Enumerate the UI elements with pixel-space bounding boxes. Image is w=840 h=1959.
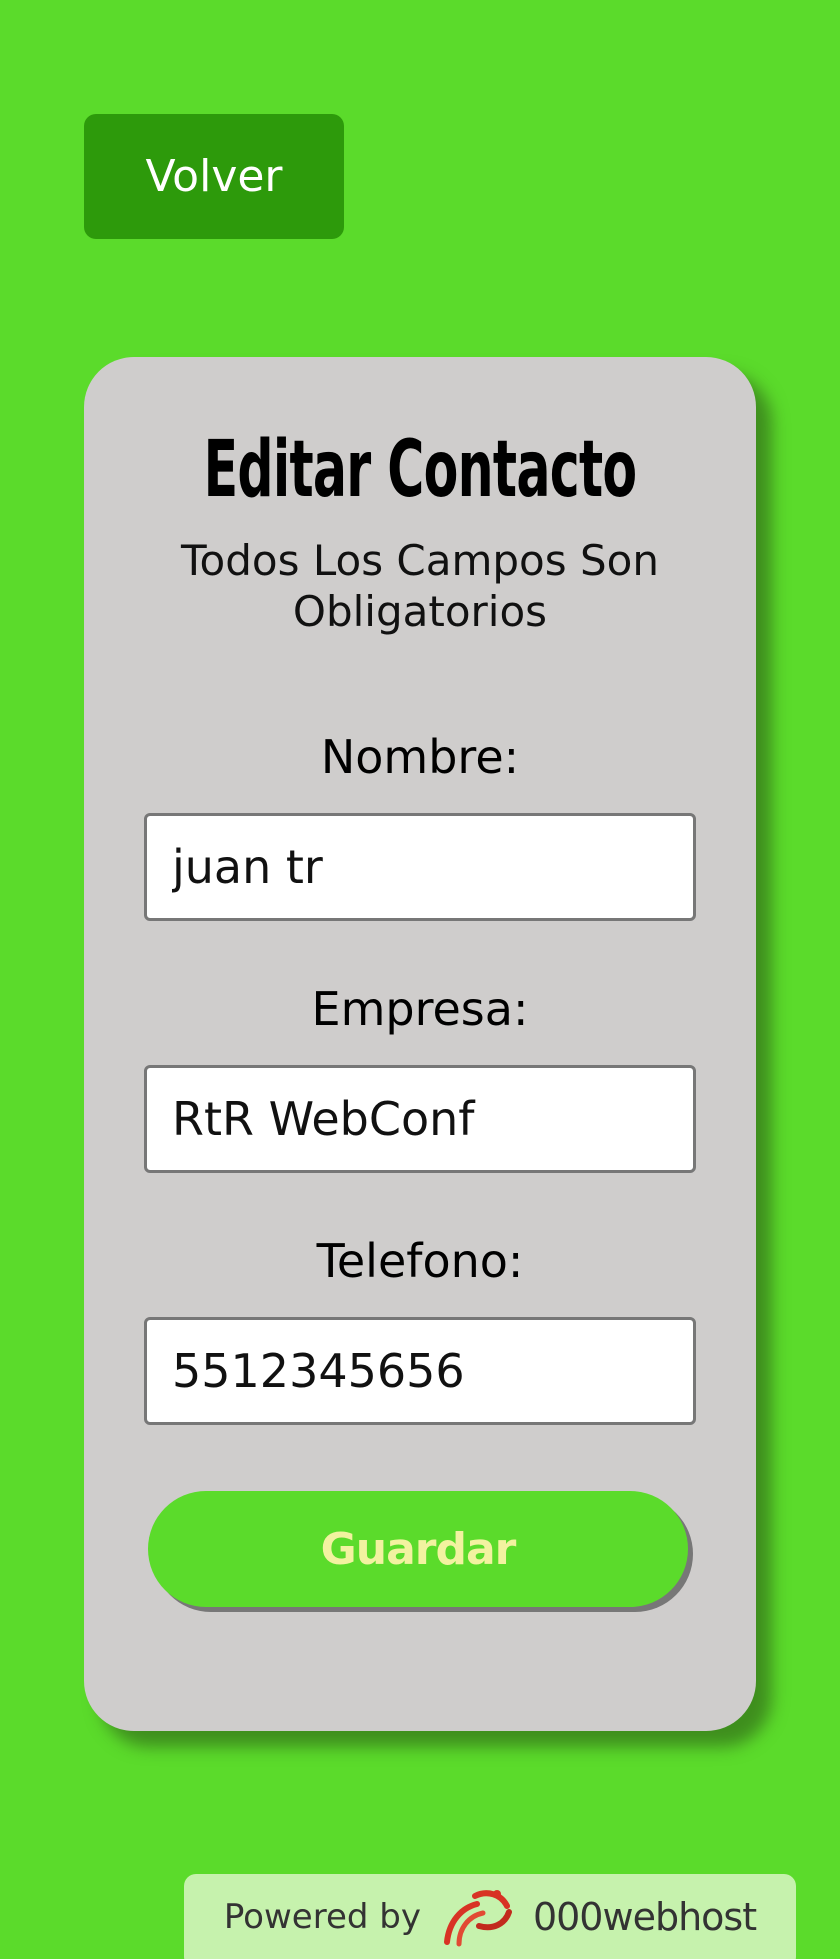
- brand-name: 000webhost: [532, 1894, 757, 1939]
- powered-by-text: Powered by: [223, 1896, 421, 1937]
- powered-by-badge[interactable]: Powered by 000webhost: [184, 1874, 796, 1959]
- name-label: Nombre:: [320, 730, 520, 784]
- page: Volver Editar Contacto Todos Los Campos …: [0, 0, 840, 1959]
- edit-contact-form: Editar Contacto Todos Los Campos Son Obl…: [84, 357, 756, 1731]
- save-button[interactable]: Guardar: [148, 1491, 688, 1607]
- form-title: Editar Contacto: [203, 425, 637, 515]
- company-label: Empresa:: [311, 982, 529, 1036]
- form-subtitle: Todos Los Campos Son Obligatorios: [181, 536, 659, 636]
- back-button[interactable]: Volver: [84, 114, 344, 239]
- 000webhost-swirl-icon: [443, 1889, 512, 1946]
- phone-input[interactable]: [144, 1317, 696, 1425]
- name-input[interactable]: [144, 813, 696, 921]
- company-input[interactable]: [144, 1065, 696, 1173]
- phone-label: Telefono:: [316, 1234, 524, 1288]
